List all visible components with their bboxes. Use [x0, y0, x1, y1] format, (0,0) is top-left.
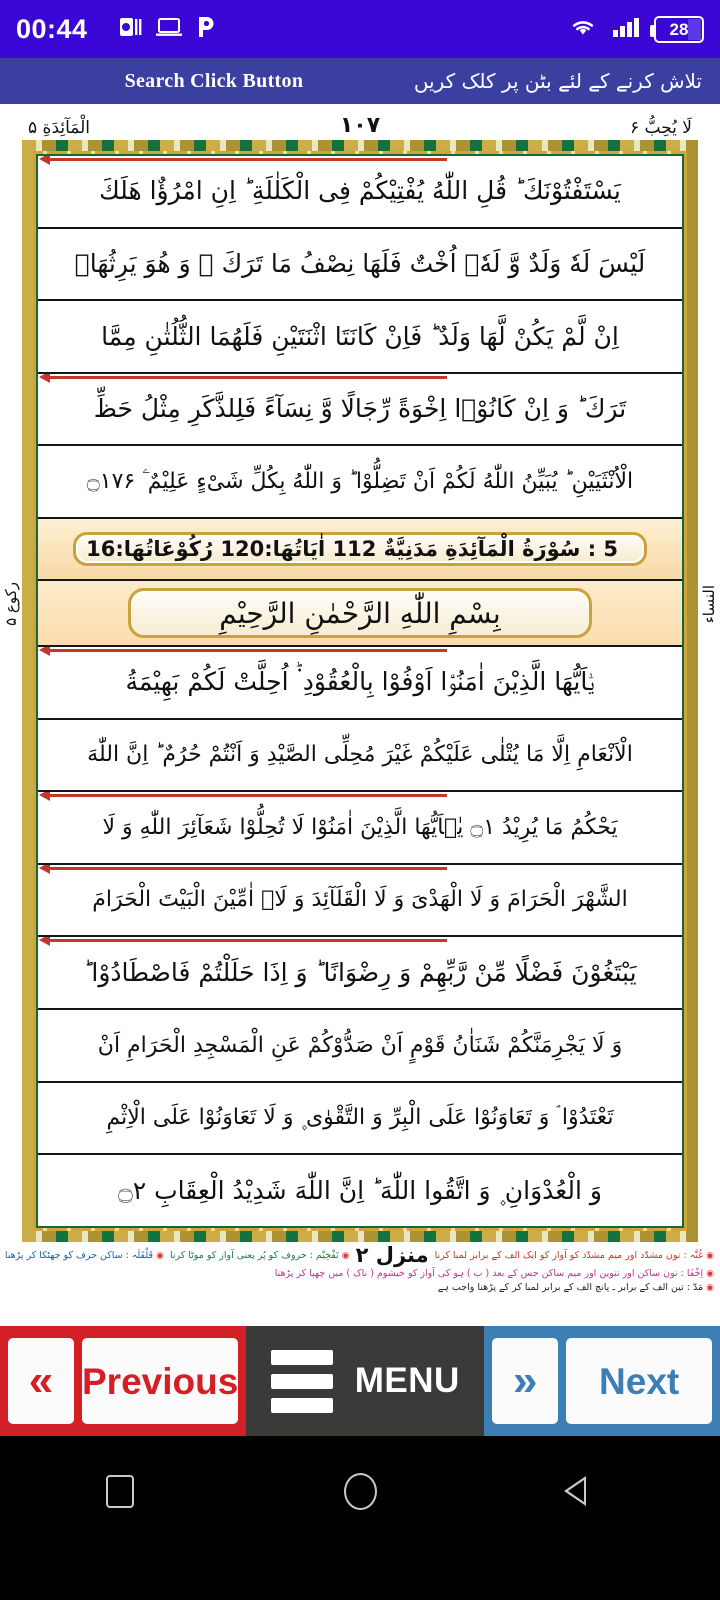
ayah-text: تَعْتَدُوْا ۘ وَ تَعَاوَنُوْا عَلَی الْب…: [106, 1105, 614, 1131]
tajweed-rule-tafkheem: ◉ تَفْخِیْم : حروف کو پُر یعنی آواز کو م…: [169, 1249, 350, 1261]
ayah-text: یَحْكُمُ مَا یُرِیْدُ ۝۱ یٰۤاَیُّهَا الَ…: [102, 814, 618, 840]
ayah-text: وَ لَا یَجْرِمَنَّكُمْ شَنَاٰنُ قَوْمٍ ا…: [97, 1032, 623, 1058]
recents-square-icon: [106, 1474, 134, 1508]
previous-label-chip[interactable]: Previous: [82, 1338, 239, 1424]
bismillah-text: بِسْمِ اللّٰهِ الرَّحْمٰنِ الرَّحِیْمِ: [219, 596, 501, 630]
tajweed-rule-ikhfa: ◉ اِخْفَا : نون ساکن اور تنوین اور میم س…: [274, 1268, 714, 1280]
home-circle-icon: [343, 1472, 377, 1510]
ayah-text: یَبْتَغُوْنَ فَضْلًا مِّنْ رَّبِّهِمْ وَ…: [83, 957, 637, 987]
double-chevron-right-icon: »: [513, 1356, 538, 1405]
ayah-line[interactable]: تَرَكَ ؕ وَ اِنْ كَانُوْۤا اِخْوَةً رِّج…: [38, 373, 682, 447]
next-icon-chip[interactable]: »: [492, 1338, 559, 1424]
laptop-icon: [155, 16, 182, 43]
ayah-text: لَیْسَ لَهٗ وَلَدٌ وَّ لَهٗۤ اُخْتٌ فَلَ…: [74, 249, 646, 279]
ayah-text: اِنْ لَّمْ یَكُنْ لَّهَا وَلَدٌ ؕ فَاِنْ…: [101, 321, 619, 351]
page-header: لَا یُحِبُّ ۶ ۱۰۷ الْمَآئِدَةِ ۵: [0, 104, 720, 140]
surah-banner-text: 5 : سُوْرَةُ الْمَآئِدَةِ مَدَنِیَّةٌ 11…: [86, 537, 619, 562]
bullet-icon: ◉: [156, 1250, 164, 1261]
status-clock: 00:44: [16, 13, 88, 44]
line-arrow-marker: [38, 373, 448, 383]
ayah-text: وَ الْعُدْوَانِ ۪ وَ اتَّقُوا اللّٰهَ ؕ …: [118, 1175, 602, 1205]
ayah-text: الْاُنْثَیَیْنِ ؕ یُبَیِّنُ اللّٰهُ لَكُ…: [86, 468, 634, 494]
surah-banner: 5 : سُوْرَةُ الْمَآئِدَةِ مَدَنِیَّةٌ 11…: [38, 519, 682, 582]
ayah-line[interactable]: وَ لَا یَجْرِمَنَّكُمْ شَنَاٰنُ قَوْمٍ ا…: [38, 1010, 682, 1083]
search-click-button-label[interactable]: Search Click Button: [14, 70, 414, 93]
left-margin-text: رکوع ۵: [2, 582, 20, 626]
ayah-line[interactable]: وَ الْعُدْوَانِ ۪ وَ اتَّقُوا اللّٰهَ ؕ …: [38, 1155, 682, 1226]
tajweed-rule-madd: ◉ مَدّ : تین الف کے برابر ـ پانچ الف کے …: [437, 1282, 714, 1294]
wifi-icon: [568, 15, 598, 44]
line-arrow-marker: [38, 792, 448, 802]
ayah-text: تَرَكَ ؕ وَ اِنْ كَانُوْۤا اِخْوَةً رِّج…: [93, 394, 627, 424]
ayah-text: الْاَنْعَامِ اِلَّا مَا یُتْلٰی عَلَیْكُ…: [87, 742, 633, 768]
right-margin-text: النساء: [700, 584, 718, 624]
battery-percent: 28: [669, 19, 689, 39]
status-bar: 00:44 28: [0, 0, 720, 58]
manzil-label: منزل ۲: [355, 1243, 429, 1267]
ayah-line[interactable]: اِنْ لَّمْ یَكُنْ لَّهَا وَلَدٌ ؕ فَاِنْ…: [38, 301, 682, 374]
ayah-line[interactable]: الشَّهْرَ الْحَرَامَ وَ لَا الْهَدْیَ وَ…: [38, 864, 682, 938]
menu-button-label: MENU: [354, 1361, 460, 1400]
recents-button[interactable]: [100, 1471, 140, 1511]
ayah-text: الشَّهْرَ الْحَرَامَ وَ لَا الْهَدْیَ وَ…: [92, 887, 628, 913]
right-margin-note: النساء: [698, 254, 720, 954]
ayah-line[interactable]: تَعْتَدُوْا ۘ وَ تَعَاوَنُوْا عَلَی الْب…: [38, 1083, 682, 1156]
battery-icon: 28: [650, 15, 704, 43]
quran-page[interactable]: لَا یُحِبُّ ۶ ۱۰۷ الْمَآئِدَةِ ۵ رکوع ۵ …: [0, 104, 720, 1326]
ayah-line[interactable]: الْاُنْثَیَیْنِ ؕ یُبَیِّنُ اللّٰهُ لَكُ…: [38, 446, 682, 520]
tajweed-rule-qalqalah: ◉ قَلْقَلَہ : ساکن حرف کو جھٹکا کر پڑھنا: [4, 1249, 164, 1261]
home-button[interactable]: [340, 1471, 380, 1511]
bismillah-banner: بِسْمِ اللّٰهِ الرَّحْمٰنِ الرَّحِیْمِ: [38, 581, 682, 648]
surah-banner-box: 5 : سُوْرَةُ الْمَآئِدَةِ مَدَنِیَّةٌ 11…: [72, 532, 648, 567]
previous-icon-chip[interactable]: «: [8, 1338, 74, 1424]
ayah-text: یٰۤاَیُّهَا الَّذِیْنَ اٰمَنُوْۤا اَوْفُ…: [125, 667, 595, 697]
bullet-icon: ◉: [341, 1250, 350, 1261]
back-triangle-icon: [564, 1473, 613, 1509]
ayah-line[interactable]: الْاَنْعَامِ اِلَّا مَا یُتْلٰی عَلَیْكُ…: [38, 720, 682, 793]
back-button[interactable]: [564, 1471, 620, 1511]
menu-button[interactable]: MENU: [246, 1326, 485, 1436]
next-label-chip[interactable]: Next: [566, 1338, 712, 1424]
double-chevron-left-icon: «: [28, 1356, 54, 1405]
bullet-icon: ◉: [706, 1269, 714, 1280]
line-arrow-marker: [38, 937, 448, 947]
ayah-line[interactable]: یَسْتَفْتُوْنَكَ ؕ قُلِ اللّٰهُ یُفْتِیْ…: [38, 156, 682, 229]
tajweed-rule-ghunnah: ◉ غُنَّہ : نون مشدّد اور میم مشدّد کو آو…: [434, 1249, 714, 1261]
ayah-text: یَسْتَفْتُوْنَكَ ؕ قُلِ اللّٰهُ یُفْتِیْ…: [99, 176, 621, 206]
bottom-navigation[interactable]: « Previous MENU » Next: [0, 1326, 720, 1436]
quran-text-area[interactable]: یَسْتَفْتُوْنَكَ ؕ قُلِ اللّٰهُ یُفْتِیْ…: [36, 154, 684, 1228]
bullet-icon: ◉: [706, 1283, 714, 1294]
ayah-line[interactable]: یَبْتَغُوْنَ فَضْلًا مِّنْ رَّبِّهِمْ وَ…: [38, 937, 682, 1011]
line-arrow-marker: [38, 156, 448, 165]
previous-button-label: Previous: [82, 1360, 239, 1402]
signal-icon: [611, 15, 641, 44]
android-navigation-bar[interactable]: [0, 1436, 720, 1546]
left-margin-note: رکوع ۵: [0, 254, 22, 954]
page-header-juz: لَا یُحِبُّ ۶: [629, 118, 692, 138]
previous-button[interactable]: « Previous: [0, 1326, 247, 1436]
tajweed-legend: ◉ غُنَّہ : نون مشدّد اور میم مشدّد کو آو…: [0, 1242, 720, 1326]
page-number: ۱۰۷: [339, 113, 381, 138]
next-button[interactable]: » Next: [484, 1326, 720, 1436]
ayah-line[interactable]: لَیْسَ لَهٗ وَلَدٌ وَّ لَهٗۤ اُخْتٌ فَلَ…: [38, 229, 682, 302]
powerpoint-icon: [118, 15, 142, 44]
ayah-line[interactable]: یٰۤاَیُّهَا الَّذِیْنَ اٰمَنُوْۤا اَوْفُ…: [38, 647, 682, 720]
line-arrow-marker: [38, 647, 448, 657]
search-click-button-urdu-label[interactable]: تلاش کرنے کے لئے بٹن پر کلک کریں: [414, 69, 706, 93]
p-app-icon: [196, 15, 216, 44]
app-header-bar[interactable]: Search Click Button تلاش کرنے کے لئے بٹن…: [0, 58, 720, 104]
line-arrow-marker: [38, 864, 448, 874]
hamburger-icon: [270, 1349, 333, 1413]
page-header-surah: الْمَآئِدَةِ ۵: [28, 118, 91, 138]
ornamental-frame: یَسْتَفْتُوْنَكَ ؕ قُلِ اللّٰهُ یُفْتِیْ…: [22, 140, 698, 1242]
ayah-line[interactable]: یَحْكُمُ مَا یُرِیْدُ ۝۱ یٰۤاَیُّهَا الَ…: [38, 792, 682, 865]
next-button-label: Next: [599, 1360, 680, 1402]
bullet-icon: ◉: [706, 1250, 714, 1261]
bismillah-box: بِسْمِ اللّٰهِ الرَّحْمٰنِ الرَّحِیْمِ: [128, 588, 592, 638]
